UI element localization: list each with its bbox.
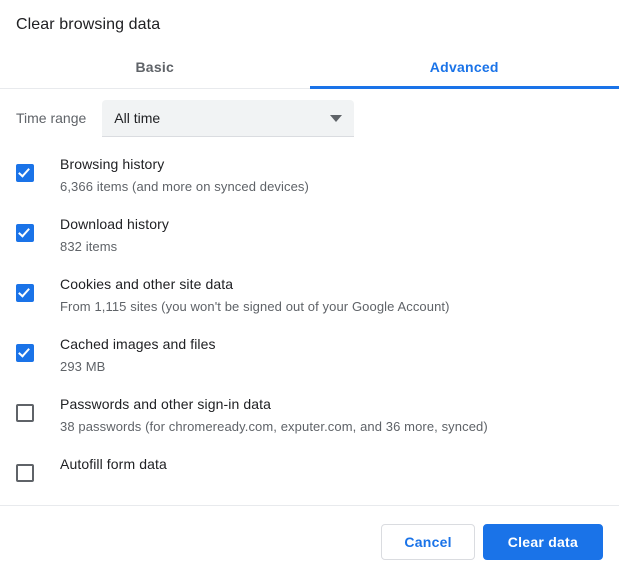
- time-range-select[interactable]: All time: [102, 99, 355, 137]
- checkbox-box-icon: [16, 463, 34, 482]
- chevron-down-icon: [330, 114, 343, 122]
- checkbox-autofill-form-data[interactable]: [16, 463, 34, 482]
- list-item-subtitle: 832 items: [60, 238, 118, 254]
- tab-advanced[interactable]: Advanced: [309, 45, 619, 89]
- list-item-title: Passwords and other sign-in data: [60, 395, 271, 412]
- dialog-footer: Cancel Clear data: [0, 506, 619, 577]
- time-range-label: Time range: [16, 110, 87, 127]
- list-item[interactable]: Autofill form data: [16, 452, 619, 505]
- list-item-subtitle: 38 passwords (for chromeready.com, exput…: [60, 418, 488, 434]
- list-item-subtitle: 293 MB: [60, 358, 106, 374]
- check-icon: [16, 223, 34, 242]
- list-item[interactable]: Download history 832 items: [16, 212, 619, 272]
- cancel-button[interactable]: Cancel: [381, 523, 475, 560]
- list-item-subtitle: From 1,115 sites (you won't be signed ou…: [60, 298, 450, 314]
- checkbox-box-icon: [16, 403, 34, 422]
- time-range-row: Time range All time: [0, 89, 619, 144]
- page-title: Clear browsing data: [16, 16, 161, 33]
- list-item-title: Cached images and files: [60, 335, 216, 352]
- tab-advanced-label: Advanced: [429, 58, 499, 75]
- list-item-text: Browsing history 6,366 items (and more o…: [60, 152, 309, 197]
- checkbox-cookies-and-site-data[interactable]: [16, 283, 34, 302]
- list-item[interactable]: Cached images and files 293 MB: [16, 332, 619, 392]
- list-item-subtitle: 6,366 items (and more on synced devices): [60, 178, 309, 194]
- list-item-title: Download history: [60, 215, 169, 232]
- tab-bar: Basic Advanced: [0, 45, 619, 89]
- checkbox-browsing-history[interactable]: [16, 163, 34, 182]
- clear-browsing-data-dialog: Clear browsing data Basic Advanced Time …: [0, 0, 619, 577]
- time-range-selected-value: All time: [114, 109, 161, 126]
- check-icon: [16, 283, 34, 302]
- list-item[interactable]: Cookies and other site data From 1,115 s…: [16, 272, 619, 332]
- list-item-text: Download history 832 items: [60, 212, 169, 257]
- tab-basic-label: Basic: [135, 58, 175, 75]
- list-item[interactable]: Passwords and other sign-in data 38 pass…: [16, 392, 619, 452]
- list-item-title: Browsing history: [60, 155, 165, 172]
- checkbox-passwords-and-signin-data[interactable]: [16, 403, 34, 422]
- list-item-title: Cookies and other site data: [60, 275, 234, 292]
- list-item-text: Passwords and other sign-in data 38 pass…: [60, 392, 488, 437]
- tab-basic[interactable]: Basic: [0, 45, 310, 87]
- list-item[interactable]: Browsing history 6,366 items (and more o…: [16, 152, 619, 212]
- checkbox-cached-images-and-files[interactable]: [16, 343, 34, 362]
- list-item-title: Autofill form data: [60, 455, 167, 472]
- clear-data-button[interactable]: Clear data: [482, 523, 603, 560]
- list-item-text: Cached images and files 293 MB: [60, 332, 216, 377]
- check-icon: [16, 163, 34, 182]
- check-icon: [16, 343, 34, 362]
- list-item-text: Autofill form data: [60, 452, 167, 477]
- list-item-text: Cookies and other site data From 1,115 s…: [60, 272, 450, 317]
- data-type-list[interactable]: Browsing history 6,366 items (and more o…: [0, 144, 619, 507]
- checkbox-download-history[interactable]: [16, 223, 34, 242]
